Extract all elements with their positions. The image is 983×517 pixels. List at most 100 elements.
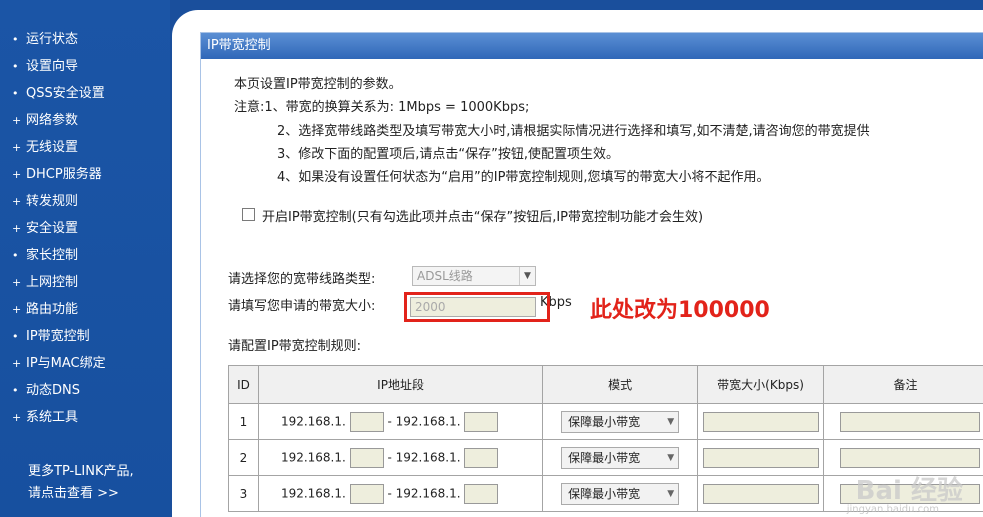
sidebar-item-routing[interactable]: + 路由功能 xyxy=(12,300,78,320)
remark-input[interactable] xyxy=(840,447,980,468)
sidebar-item-status[interactable]: • 运行状态 xyxy=(12,30,78,50)
mode-value: 保障最小带宽 xyxy=(568,414,641,429)
sidebar-item-forwarding[interactable]: + 转发规则 xyxy=(12,192,78,212)
remark-input[interactable] xyxy=(840,411,980,432)
ip-start-input[interactable] xyxy=(349,483,384,504)
table-header-row: ID IP地址段 模式 带宽大小(Kbps) 备注 xyxy=(228,365,983,404)
sidebar-item-ip-mac[interactable]: + IP与MAC绑定 xyxy=(12,354,106,374)
mode-cell: 保障最小带宽 ▼ xyxy=(542,403,699,440)
sidebar-item-access-control[interactable]: + 上网控制 xyxy=(12,273,78,293)
ip-dash: - xyxy=(387,486,392,500)
mode-cell: 保障最小带宽 ▼ xyxy=(542,475,699,512)
ip-start-prefix: 192.168.1. xyxy=(280,450,346,464)
sidebar-item-label: IP与MAC绑定 xyxy=(26,356,106,371)
sidebar-item-label: IP带宽控制 xyxy=(26,329,90,344)
more-products-line2: 请点击查看 >> xyxy=(28,486,119,501)
bandwidth-label: 请填写您申请的带宽大小: xyxy=(228,299,376,314)
sidebar-item-label: 安全设置 xyxy=(26,221,79,236)
sidebar-item-label: 运行状态 xyxy=(26,32,79,47)
mode-select[interactable]: 保障最小带宽 ▼ xyxy=(561,446,680,469)
sidebar-item-label: 网络参数 xyxy=(26,113,79,128)
header-id: ID xyxy=(228,365,259,404)
chevron-down-icon: ▼ xyxy=(667,488,675,499)
bandwidth-size-input[interactable] xyxy=(702,411,819,432)
note-line-2: 2、选择宽带线路类型及填写带宽大小时,请根据实际情况进行选择和填写,如不清楚,请… xyxy=(277,124,870,139)
ip-start-input[interactable] xyxy=(349,447,384,468)
header-bandwidth: 带宽大小(Kbps) xyxy=(697,365,824,404)
table-row: 1 192.168.1. - 192.168.1. 保障最小带宽 ▼ xyxy=(228,403,983,440)
ip-end-input[interactable] xyxy=(464,447,499,468)
mode-value: 保障最小带宽 xyxy=(568,450,641,465)
header-mode: 模式 xyxy=(542,365,699,404)
baidu-watermark: Bai 经验 xyxy=(855,476,963,506)
annotation-highlight-box xyxy=(404,292,550,322)
ip-start-input[interactable] xyxy=(349,411,384,432)
row-id: 2 xyxy=(228,439,259,476)
enable-bandwidth-checkbox[interactable] xyxy=(242,208,255,221)
sidebar-item-security[interactable]: + 安全设置 xyxy=(12,219,78,239)
sidebar-item-label: 上网控制 xyxy=(26,275,79,290)
sidebar-item-label: 动态DNS xyxy=(26,383,80,398)
sidebar-item-wireless[interactable]: + 无线设置 xyxy=(12,138,78,158)
mode-select[interactable]: 保障最小带宽 ▼ xyxy=(561,410,680,433)
ip-end-prefix: 192.168.1. xyxy=(395,414,461,428)
sidebar-item-label: 路由功能 xyxy=(26,302,79,317)
annotation-text: 此处改为100000 xyxy=(590,298,770,323)
sidebar-item-qss[interactable]: • QSS安全设置 xyxy=(12,84,105,104)
sidebar-item-label: 系统工具 xyxy=(26,410,79,425)
ip-dash: - xyxy=(387,414,392,428)
sidebar-item-wizard[interactable]: • 设置向导 xyxy=(12,57,78,77)
sidebar-nav: • 运行状态 • 设置向导 • QSS安全设置 + 网络参数 + 无线设置 + DHCP服务… xyxy=(0,0,170,517)
bandwidth-size-input[interactable] xyxy=(702,447,819,468)
mode-cell: 保障最小带宽 ▼ xyxy=(542,439,699,476)
chevron-down-icon: ▼ xyxy=(667,416,675,427)
ip-range-cell: 192.168.1. - 192.168.1. xyxy=(257,439,544,476)
rules-label: 请配置IP带宽控制规则: xyxy=(228,339,362,354)
line-type-value: ADSL线路 xyxy=(417,269,473,283)
chevron-down-icon: ▼ xyxy=(519,267,535,285)
line-type-label: 请选择您的宽带线路类型: xyxy=(228,272,376,287)
line-type-select[interactable]: ADSL线路 ▼ xyxy=(412,266,536,286)
sidebar-item-label: 无线设置 xyxy=(26,140,79,155)
note-line-3: 3、修改下面的配置项后,请点击“保存”按钮,使配置项生效。 xyxy=(277,147,620,162)
header-ip-range: IP地址段 xyxy=(257,365,544,404)
more-products-line1: 更多TP-LINK产品, xyxy=(28,464,134,479)
ip-end-input[interactable] xyxy=(464,483,499,504)
sidebar-item-label: DHCP服务器 xyxy=(26,167,102,182)
chevron-down-icon: ▼ xyxy=(667,452,675,463)
ip-start-prefix: 192.168.1. xyxy=(280,486,346,500)
ip-end-prefix: 192.168.1. xyxy=(395,450,461,464)
ip-range-cell: 192.168.1. - 192.168.1. xyxy=(257,403,544,440)
sidebar-item-dhcp[interactable]: + DHCP服务器 xyxy=(12,165,102,185)
bandwidth-cell xyxy=(697,439,824,476)
intro-text: 本页设置IP带宽控制的参数。 xyxy=(234,77,402,92)
ip-range-cell: 192.168.1. - 192.168.1. xyxy=(257,475,544,512)
sidebar-item-parental[interactable]: • 家长控制 xyxy=(12,246,78,266)
ip-dash: - xyxy=(387,450,392,464)
more-products-link[interactable]: 更多TP-LINK产品, 请点击查看 >> xyxy=(28,461,168,505)
ip-end-prefix: 192.168.1. xyxy=(395,486,461,500)
row-id: 1 xyxy=(228,403,259,440)
note-line-1: 注意:1、带宽的换算关系为: 1Mbps = 1000Kbps; xyxy=(234,100,530,115)
baidu-watermark-url: jingyan.baidu.com xyxy=(846,504,939,515)
mode-select[interactable]: 保障最小带宽 ▼ xyxy=(561,482,680,505)
sidebar-item-label: QSS安全设置 xyxy=(26,86,105,101)
enable-bandwidth-label: 开启IP带宽控制(只有勾选此项并点击“保存”按钮后,IP带宽控制功能才会生效) xyxy=(262,210,704,225)
sidebar-item-network[interactable]: + 网络参数 xyxy=(12,111,78,131)
bandwidth-cell xyxy=(697,403,824,440)
ip-start-prefix: 192.168.1. xyxy=(280,414,346,428)
mode-value: 保障最小带宽 xyxy=(568,486,641,501)
sidebar-item-label: 转发规则 xyxy=(26,194,79,209)
ip-end-input[interactable] xyxy=(464,411,499,432)
remark-cell xyxy=(823,403,983,440)
row-id: 3 xyxy=(228,475,259,512)
note-line-4: 4、如果没有设置任何状态为“启用”的IP带宽控制规则,您填写的带宽大小将不起作用… xyxy=(277,170,770,185)
sidebar-item-label: 设置向导 xyxy=(26,59,79,74)
bandwidth-size-input[interactable] xyxy=(702,483,819,504)
bandwidth-cell xyxy=(697,475,824,512)
sidebar-item-system-tools[interactable]: + 系统工具 xyxy=(12,408,78,428)
sidebar-item-label: 家长控制 xyxy=(26,248,79,263)
sidebar-item-ddns[interactable]: • 动态DNS xyxy=(12,381,80,401)
header-remark: 备注 xyxy=(823,365,983,404)
sidebar-item-bandwidth[interactable]: • IP带宽控制 xyxy=(12,327,90,347)
